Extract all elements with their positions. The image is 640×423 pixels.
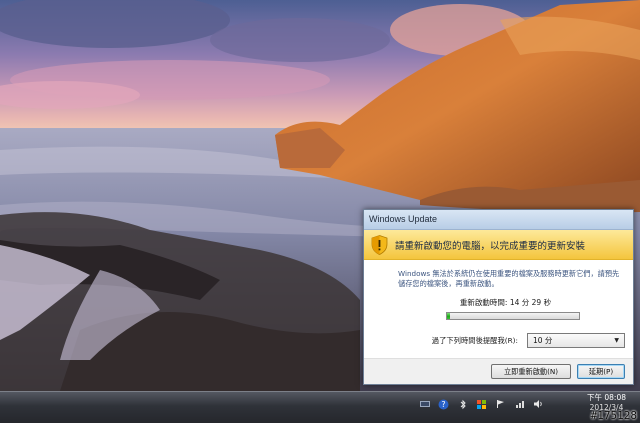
restart-countdown: 重新啟動時間: 14 分 29 秒 (459, 298, 552, 307)
system-tray: ? (411, 392, 544, 416)
windows-update-dialog: Windows Update 請重新啟動您的電腦，以完成重要的更新安裝 Wind… (363, 209, 634, 385)
dialog-footer: 立即重新啟動(N) 延期(P) (364, 358, 633, 384)
windows-update-icon[interactable] (476, 399, 487, 410)
remind-label: 過了下列時間後提醒我(R): (431, 335, 518, 345)
remind-row: 過了下列時間後提醒我(R): 10 分 ▼ (398, 333, 625, 348)
image-watermark: #175128 (590, 409, 637, 422)
remind-interval-value: 10 分 (533, 336, 553, 345)
bluetooth-icon[interactable] (457, 399, 468, 410)
postpone-button[interactable]: 延期(P) (577, 364, 625, 379)
network-icon[interactable] (419, 399, 430, 410)
taskbar: ? 下午 08:08 2012/3/4 (0, 391, 640, 423)
dialog-heading: 請重新啟動您的電腦，以完成重要的更新安裝 (395, 240, 586, 252)
clock-time: 下午 08:08 (587, 393, 626, 402)
countdown-progress-bar (446, 312, 580, 320)
progress-fill (447, 313, 450, 319)
dialog-title: Windows Update (364, 210, 633, 230)
volume-icon[interactable] (533, 399, 544, 410)
restart-now-button[interactable]: 立即重新啟動(N) (491, 364, 571, 379)
remind-interval-select[interactable]: 10 分 ▼ (527, 333, 625, 348)
help-icon[interactable]: ? (438, 399, 449, 410)
flag-icon[interactable] (495, 399, 506, 410)
chevron-down-icon: ▼ (614, 337, 619, 344)
dialog-header: 請重新啟動您的電腦，以完成重要的更新安裝 (364, 230, 633, 260)
signal-icon[interactable] (514, 399, 525, 410)
shield-warning-icon (371, 234, 388, 255)
dialog-message: Windows 無法於系統仍在使用重要的檔案及服務時更新它們，請預先儲存您的檔案… (398, 269, 620, 288)
dialog-body: Windows 無法於系統仍在使用重要的檔案及服務時更新它們，請預先儲存您的檔案… (364, 260, 633, 348)
svg-text:?: ? (441, 400, 445, 409)
